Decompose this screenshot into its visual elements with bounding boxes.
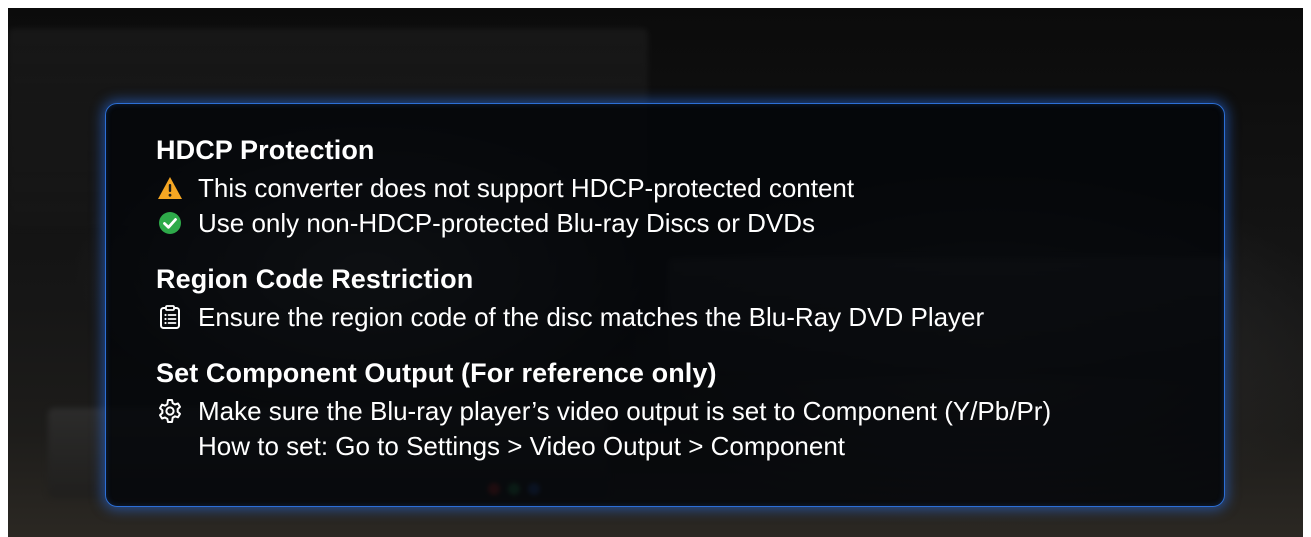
item-text: Make sure the Blu-ray player’s video out… — [198, 395, 1052, 426]
list-item: This converter does not support HDCP-pro… — [156, 170, 1224, 205]
item-text: Ensure the region code of the disc match… — [198, 301, 985, 332]
background-photo: HDCP Protection This converter does not … — [8, 8, 1303, 537]
section-title: Set Component Output (For reference only… — [156, 358, 717, 388]
list-item: Ensure the region code of the disc match… — [156, 299, 1224, 334]
clipboard-list-icon — [156, 303, 184, 331]
list-item: Make sure the Blu-ray player’s video out… — [156, 393, 1224, 428]
list-item: How to set: Go to Settings > Video Outpu… — [156, 428, 1224, 463]
section-region: Region Code Restriction Ensure the regio… — [156, 263, 1224, 334]
section-hdcp: HDCP Protection This converter does not … — [156, 134, 1224, 240]
item-text: Use only non-HDCP-protected Blu-ray Disc… — [198, 207, 815, 238]
info-panel: HDCP Protection This converter does not … — [105, 103, 1225, 507]
warning-icon — [156, 174, 184, 202]
section-component-output: Set Component Output (For reference only… — [156, 357, 1224, 463]
item-text: How to set: Go to Settings > Video Outpu… — [198, 430, 846, 461]
check-circle-icon — [156, 209, 184, 237]
gear-icon — [156, 397, 184, 425]
item-text: This converter does not support HDCP-pro… — [198, 172, 855, 203]
section-title: Region Code Restriction — [156, 264, 474, 294]
section-title: HDCP Protection — [156, 135, 375, 165]
list-item: Use only non-HDCP-protected Blu-ray Disc… — [156, 205, 1224, 240]
